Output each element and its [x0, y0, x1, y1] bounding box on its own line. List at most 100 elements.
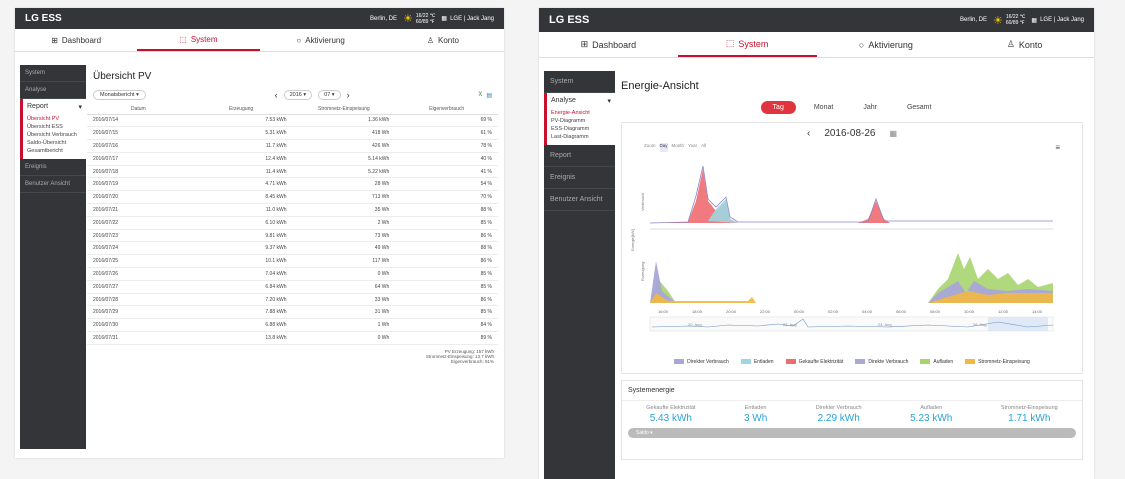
table-cell: 0 Wh [292, 267, 396, 281]
sidebar-item-report[interactable]: Report [544, 145, 615, 167]
table-row: 2016/07/14 7.53 kWh 1.36 kWh 69 % [87, 114, 498, 128]
sidebar-item-system[interactable]: System [544, 71, 615, 93]
table-row: 2016/07/29 7.88 kWh 31 Wh 85 % [87, 305, 498, 320]
stat-item: Stromnetz-Einspeisung 1.71 kWh [1001, 405, 1058, 424]
year-select[interactable]: 2016 ▾ [283, 90, 313, 100]
sidebar-item-report[interactable]: Report [27, 103, 48, 111]
zoom-month[interactable]: Month [672, 143, 685, 152]
tab-dashboard[interactable]: ⊞ Dashboard [15, 29, 137, 51]
calendar-icon[interactable]: ▦ [889, 129, 897, 138]
sidebar-sub-uebersicht-pv[interactable]: Übersicht PV [27, 115, 82, 123]
stat-label: Entladen [744, 405, 767, 411]
table-cell: 426 Wh [292, 139, 396, 153]
tab-konto[interactable]: ♙ Konto [382, 29, 504, 51]
legend-label: Stromnetz-Einspeisung [978, 359, 1030, 365]
table-cell: 86 % [395, 254, 498, 269]
x-tick-label: 02:00 [828, 309, 839, 314]
sidebar-sub-gesamt[interactable]: Gesamtbericht [27, 147, 82, 155]
stat-value: 5.43 kWh [649, 413, 692, 424]
sidebar-sub-saldo[interactable]: Saldo-Übersicht [27, 139, 82, 147]
tab-system[interactable]: ⬚ System [137, 29, 260, 51]
period-tabs: Tag Monat Jahr Gesamt [617, 101, 1087, 114]
tab-jahr[interactable]: Jahr [851, 101, 889, 114]
navigator-window[interactable] [988, 317, 1048, 331]
sidebar-sub-energie[interactable]: Energie-Ansicht [551, 109, 611, 117]
sidebar-item-benutzer[interactable]: Benutzer Ansicht [544, 189, 615, 211]
sidebar-item-benutzer[interactable]: Benutzer Ansicht [20, 176, 86, 193]
table-cell: 88 % [395, 203, 498, 217]
table-cell: 2 Wh [292, 216, 396, 230]
building-icon: ▦ [441, 16, 448, 22]
print-icon[interactable]: ▤ [486, 92, 492, 99]
tab-gesamt[interactable]: Gesamt [895, 101, 944, 114]
sidebar-sub-last[interactable]: Last-Diagramm [551, 133, 611, 141]
brand-logo: LG ESS [549, 14, 590, 26]
report-type-select[interactable]: Monatsbericht ▾ [93, 90, 146, 100]
table-cell: 5.14 kWh [292, 152, 396, 166]
table-cell: 31 Wh [292, 305, 396, 320]
stat-label: Direkter Verbrauch [815, 405, 862, 411]
x-tick-label: 18:00 [692, 309, 703, 314]
sidebar-sub-uebersicht-verbrauch[interactable]: Übersicht Verbrauch [27, 131, 82, 139]
x-tick-label: 00:00 [794, 309, 805, 314]
legend-item[interactable]: Direkte Verbrauch [855, 359, 908, 365]
tab-monat[interactable]: Monat [802, 101, 845, 114]
legend-item[interactable]: Stromnetz-Einspeisung [965, 359, 1030, 365]
sidebar-item-ereignis[interactable]: Ereignis [20, 159, 86, 176]
table-row: 2016/07/17 12.4 kWh 5.14 kWh 40 % [87, 152, 498, 166]
zoom-all[interactable]: All [701, 143, 706, 152]
legend-item[interactable]: Gekaufte Elektrizität [785, 359, 843, 365]
table-cell: 54 % [395, 177, 498, 192]
legend-swatch [740, 359, 751, 365]
zoom-year[interactable]: Year [688, 143, 697, 152]
legend-item[interactable]: Direkter Verbrauch [674, 359, 729, 365]
sidebar-item-analyse[interactable]: Analyse [20, 82, 86, 99]
table-cell: 7.53 kWh [189, 114, 293, 128]
system-energy-card: Systemenergie Gekaufte Elektrizität 5.43 … [621, 380, 1083, 460]
legend-item[interactable]: Aufladen [920, 359, 953, 365]
excel-icon[interactable]: X [478, 92, 482, 98]
top-bar: LG ESS Berlin, DE ☀ 16/22 ℃ 60/89 ℉ ▦ LGE … [539, 8, 1094, 32]
user-icon: ♙ [426, 35, 434, 45]
sidebar-sub-pv[interactable]: PV-Diagramm [551, 117, 611, 125]
prev-date-icon[interactable]: ‹ [807, 128, 810, 139]
table-cell: 85 % [395, 216, 498, 230]
navigator-date-label: 26. Aug [973, 322, 987, 327]
table-cell: 70 % [395, 190, 498, 205]
table-cell: 2016/07/21 [87, 203, 190, 217]
grid-icon: ⊞ [580, 39, 589, 49]
table-cell: 2016/07/24 [87, 241, 190, 256]
grid-icon: ⊞ [51, 35, 58, 45]
tab-aktivierung[interactable]: ○ Aktivierung [817, 32, 956, 57]
table-cell: 88 % [395, 241, 498, 256]
sidebar-item-analyse[interactable]: Analyse [551, 97, 576, 105]
sidebar-sub-ess[interactable]: ESS-Diagramm [551, 125, 611, 133]
col-eigenverbrauch: Eigenverbrauch [395, 104, 498, 115]
menu-icon[interactable]: ≡ [1055, 143, 1060, 152]
prev-arrow-icon[interactable]: ‹ [275, 90, 278, 100]
tab-dashboard[interactable]: ⊞ Dashboard [539, 32, 678, 57]
table-cell: 84 % [395, 318, 498, 333]
saldo-bar[interactable]: Saldo ▾ [628, 428, 1076, 438]
next-arrow-icon[interactable]: › [347, 90, 350, 100]
tab-tag[interactable]: Tag [760, 101, 796, 114]
table-row: 2016/07/21 11.0 kWh 35 Wh 88 % [87, 203, 498, 217]
table-cell: 6.10 kWh [189, 216, 293, 230]
sidebar-sub-uebersicht-ess[interactable]: Übersicht ESS [27, 123, 82, 131]
table-row: 2016/07/25 10.1 kWh 117 Wh 86 % [87, 254, 498, 269]
user-menu[interactable]: ▦ LGE | Jack Jang [1031, 17, 1084, 24]
tab-aktivierung[interactable]: ○ Aktivierung [260, 29, 382, 51]
tab-system[interactable]: ⬚ System [677, 32, 817, 57]
month-select[interactable]: 07 ▾ [318, 90, 341, 100]
page-title: Energie-Ansicht [621, 80, 699, 92]
tab-konto[interactable]: ♙ Konto [955, 32, 1094, 57]
sidebar-item-system[interactable]: System [20, 65, 86, 82]
x-tick-label: 16:00 [658, 309, 669, 314]
legend-item[interactable]: Entladen [740, 359, 774, 365]
zoom-day[interactable]: Day [659, 143, 668, 152]
table-cell: 40 % [395, 152, 498, 166]
energy-chart: Energie[kW] Verbrauch Erzeugung 16:00 18:… [630, 165, 1054, 332]
sidebar-item-ereignis[interactable]: Ereignis [544, 167, 615, 189]
brand-logo: LG ESS [25, 13, 62, 24]
user-menu[interactable]: ▦ LGE | Jack Jang [441, 15, 494, 23]
